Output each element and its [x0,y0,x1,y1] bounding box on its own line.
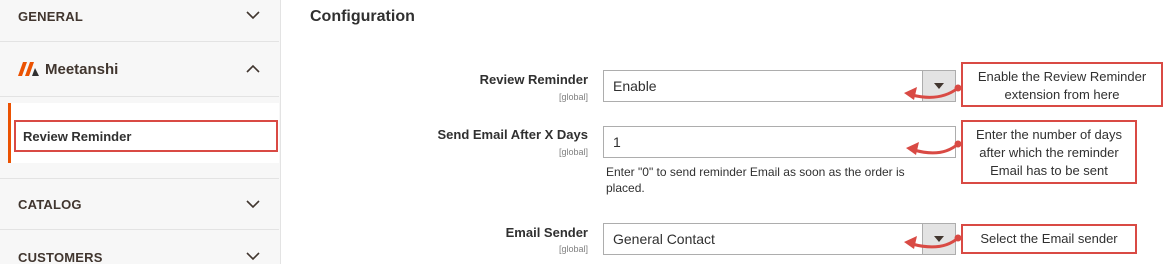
arrow-3-icon [910,236,960,249]
arrow-1-icon [910,86,960,99]
arrow-2-icon [912,142,960,155]
annotation-arrows [904,84,962,249]
